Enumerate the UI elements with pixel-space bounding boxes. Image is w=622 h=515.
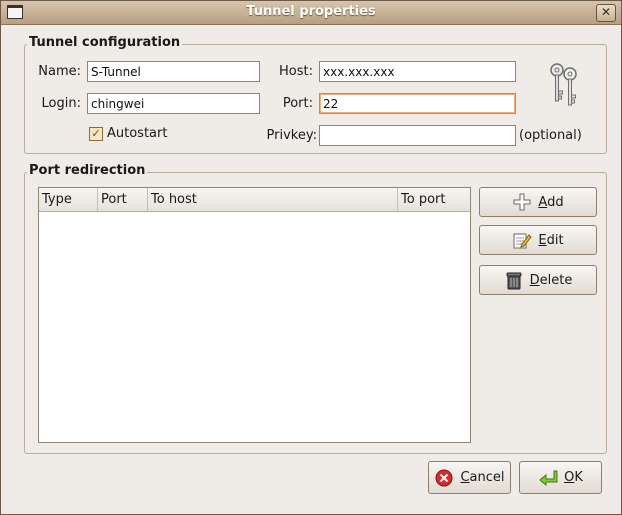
cancel-icon [435, 469, 453, 486]
port-label: Port: [282, 96, 313, 111]
checkmark-icon: ✓ [91, 127, 101, 140]
name-input[interactable] [87, 61, 260, 82]
edit-button-label: Edit [538, 232, 564, 248]
column-header-to-port[interactable]: To port [398, 188, 470, 211]
column-header-port[interactable]: Port [98, 188, 148, 211]
add-button-label: Add [538, 194, 564, 210]
add-button[interactable]: Add [479, 187, 597, 217]
port-input[interactable] [319, 93, 516, 114]
close-icon: ✕ [600, 5, 612, 19]
window-title: Tunnel properties [246, 4, 376, 19]
autostart-checkbox[interactable]: ✓ [89, 127, 103, 141]
trash-icon [506, 272, 522, 290]
ok-button[interactable]: OK [519, 461, 602, 494]
autostart-label[interactable]: Autostart [107, 126, 167, 141]
login-input[interactable] [87, 93, 260, 114]
edit-pencil-icon [513, 233, 533, 249]
cancel-button-label: Cancel [460, 470, 505, 485]
host-label: Host: [279, 64, 313, 79]
delete-button-label: Delete [529, 272, 573, 288]
tunnel-configuration-label: Tunnel configuration [27, 35, 183, 50]
list-header: Type Port To host To port [39, 188, 470, 212]
delete-button[interactable]: Delete [479, 265, 597, 295]
plus-icon [513, 193, 531, 211]
ok-button-label: OK [564, 470, 583, 485]
privkey-label: Privkey: [266, 128, 317, 143]
column-header-to-host[interactable]: To host [148, 188, 398, 211]
name-label: Name: [38, 64, 81, 79]
edit-button[interactable]: Edit [479, 225, 597, 255]
host-input[interactable] [319, 61, 516, 82]
keys-icon [550, 63, 577, 106]
port-redirection-list[interactable]: Type Port To host To port [38, 187, 471, 443]
login-label: Login: [41, 96, 81, 111]
title-bar[interactable]: Tunnel properties ✕ [1, 1, 621, 25]
cancel-button[interactable]: Cancel [428, 461, 511, 494]
close-button[interactable]: ✕ [596, 4, 616, 22]
ok-enter-arrow-icon [539, 470, 558, 486]
port-redirection-label: Port redirection [27, 163, 148, 178]
privkey-optional-hint: (optional) [519, 128, 582, 143]
tunnel-properties-dialog: Tunnel properties ✕ Tunnel configuration… [0, 0, 622, 515]
column-header-type[interactable]: Type [39, 188, 98, 211]
privkey-input[interactable] [319, 125, 516, 146]
